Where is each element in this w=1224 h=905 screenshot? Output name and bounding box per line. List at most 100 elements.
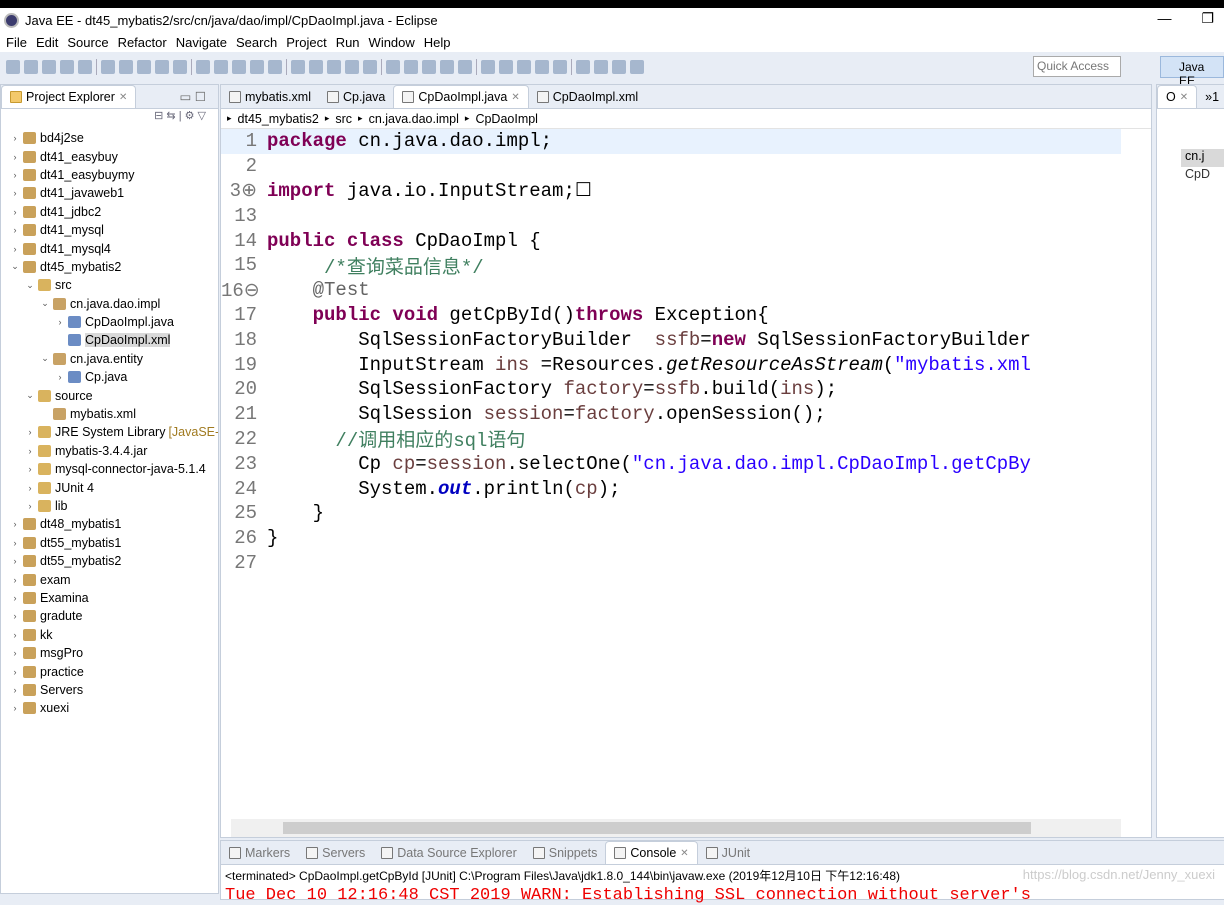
outline-item-package[interactable]: cn.j [1181,149,1224,167]
tree-item[interactable]: › dt41_mysql [1,221,218,239]
expand-arrow-icon[interactable]: › [9,244,21,254]
code-line[interactable]: 26} [221,526,1121,551]
toolbar-button-icon[interactable] [517,60,531,74]
toolbar-button-icon[interactable] [594,60,608,74]
expand-arrow-icon[interactable]: › [9,667,21,677]
expand-arrow-icon[interactable]: › [24,483,36,493]
breadcrumb-item[interactable]: src [335,112,352,126]
tree-item[interactable]: › mybatis-3.4.4.jar [1,442,218,460]
editor-tab[interactable]: CpDaoImpl.xml [529,86,646,108]
toolbar-button-icon[interactable] [345,60,359,74]
toolbar-button-icon[interactable] [137,60,151,74]
toolbar-button-icon[interactable] [612,60,626,74]
toolbar-button-icon[interactable] [363,60,377,74]
toolbar-button-icon[interactable] [386,60,400,74]
toolbar-button-icon[interactable] [499,60,513,74]
breadcrumb-item[interactable]: CpDaoImpl [475,112,538,126]
toolbar-button-icon[interactable] [404,60,418,74]
expand-arrow-icon[interactable]: › [9,188,21,198]
expand-arrow-icon[interactable]: › [9,133,21,143]
code-line[interactable]: 2 [221,154,1121,179]
expand-arrow-icon[interactable]: › [9,575,21,585]
code-line[interactable]: 18 SqlSessionFactoryBuilder ssfb = new Sql… [221,327,1121,352]
toolbar-button-icon[interactable] [440,60,454,74]
editor-tab[interactable]: mybatis.xml [221,86,319,108]
toolbar-button-icon[interactable] [327,60,341,74]
menu-help[interactable]: Help [424,35,451,50]
expand-arrow-icon[interactable]: › [9,630,21,640]
tree-item[interactable]: › dt55_mybatis1 [1,534,218,552]
horizontal-scrollbar[interactable] [231,819,1121,837]
toolbar-button-icon[interactable] [422,60,436,74]
tree-item[interactable]: › practice [1,662,218,680]
close-icon[interactable]: ✕ [119,92,127,103]
menu-source[interactable]: Source [67,35,108,50]
expand-arrow-icon[interactable]: ⌄ [24,390,36,401]
tab-project-explorer[interactable]: Project Explorer ✕ [1,85,137,108]
restore-button[interactable]: ❐ [1201,10,1214,27]
code-line[interactable]: 20 SqlSessionFactory factory = ssfb .build(… [221,377,1121,402]
toolbar-button-icon[interactable] [576,60,590,74]
expand-arrow-icon[interactable]: › [9,611,21,621]
tree-item[interactable]: › lib [1,497,218,515]
bottom-tab-console[interactable]: Console ✕ [605,841,698,864]
tree-item[interactable]: › msgPro [1,644,218,662]
code-line[interactable]: 22 //调用相应的sql语句 [221,427,1121,453]
tree-item[interactable]: › dt41_easybuy [1,147,218,165]
bottom-tab-snippets[interactable]: Snippets [525,842,606,864]
tree-item[interactable]: › Cp.java [1,368,218,386]
tree-item[interactable]: › dt41_mysql4 [1,239,218,257]
expand-arrow-icon[interactable]: › [9,538,21,548]
expand-arrow-icon[interactable]: › [24,427,36,437]
toolbar-button-icon[interactable] [196,60,210,74]
tree-item[interactable]: › Examina [1,589,218,607]
tree-item[interactable]: › dt48_mybatis1 [1,515,218,533]
code-line[interactable]: 13 [221,203,1121,228]
toolbar-button-icon[interactable] [214,60,228,74]
minimize-button[interactable]: — [1157,10,1171,27]
close-icon[interactable]: ✕ [680,848,688,859]
tree-item[interactable]: › xuexi [1,699,218,717]
toolbar-button-icon[interactable] [6,60,20,74]
expand-arrow-icon[interactable]: › [54,372,66,382]
toolbar-button-icon[interactable] [232,60,246,74]
expand-arrow-icon[interactable]: › [9,152,21,162]
expand-arrow-icon[interactable]: › [9,207,21,217]
expand-arrow-icon[interactable]: › [9,170,21,180]
tree-item[interactable]: › dt55_mybatis2 [1,552,218,570]
toolbar-button-icon[interactable] [24,60,38,74]
code-line[interactable]: 21 SqlSession session = factory .openSessio… [221,402,1121,427]
tree-item[interactable]: ⌄ cn.java.dao.impl [1,295,218,313]
tree-item[interactable]: › CpDaoImpl.java [1,313,218,331]
tree-item[interactable]: › Servers [1,681,218,699]
breadcrumb-item[interactable]: dt45_mybatis2 [238,112,319,126]
editor-tab[interactable]: CpDaoImpl.java ✕ [393,85,529,108]
menu-edit[interactable]: Edit [36,35,58,50]
expand-arrow-icon[interactable]: › [9,225,21,235]
code-line[interactable]: 23 Cp cp = session .selectOne("cn.java.dao.… [221,451,1121,476]
tree-item[interactable]: › dt41_easybuymy [1,166,218,184]
minimize-maximize-icons[interactable]: ▭ ☐ [180,89,207,104]
toolbar-button-icon[interactable] [155,60,169,74]
expand-arrow-icon[interactable]: › [9,556,21,566]
scrollbar-thumb[interactable] [283,822,1031,834]
tree-item[interactable]: ⌄ source [1,386,218,404]
tree-item[interactable]: › exam [1,570,218,588]
bottom-tab-markers[interactable]: Markers [221,842,298,864]
expand-arrow-icon[interactable]: › [9,685,21,695]
perspective-java-ee-button[interactable]: Java EE [1160,56,1224,88]
code-line[interactable]: 27 [221,551,1121,576]
menu-project[interactable]: Project [286,35,326,50]
more-tabs[interactable]: »1 [1197,86,1224,108]
toolbar-button-icon[interactable] [173,60,187,74]
tree-item[interactable]: › bd4j2se [1,129,218,147]
expand-arrow-icon[interactable]: ⌄ [9,261,21,272]
tree-item[interactable]: › gradute [1,607,218,625]
tree-item[interactable]: › dt41_javaweb1 [1,184,218,202]
toolbar-button-icon[interactable] [42,60,56,74]
tab-outline[interactable]: O ✕ [1157,85,1198,108]
menu-search[interactable]: Search [236,35,277,50]
expand-arrow-icon[interactable]: › [9,703,21,713]
toolbar-button-icon[interactable] [553,60,567,74]
editor-tab[interactable]: Cp.java [319,86,393,108]
